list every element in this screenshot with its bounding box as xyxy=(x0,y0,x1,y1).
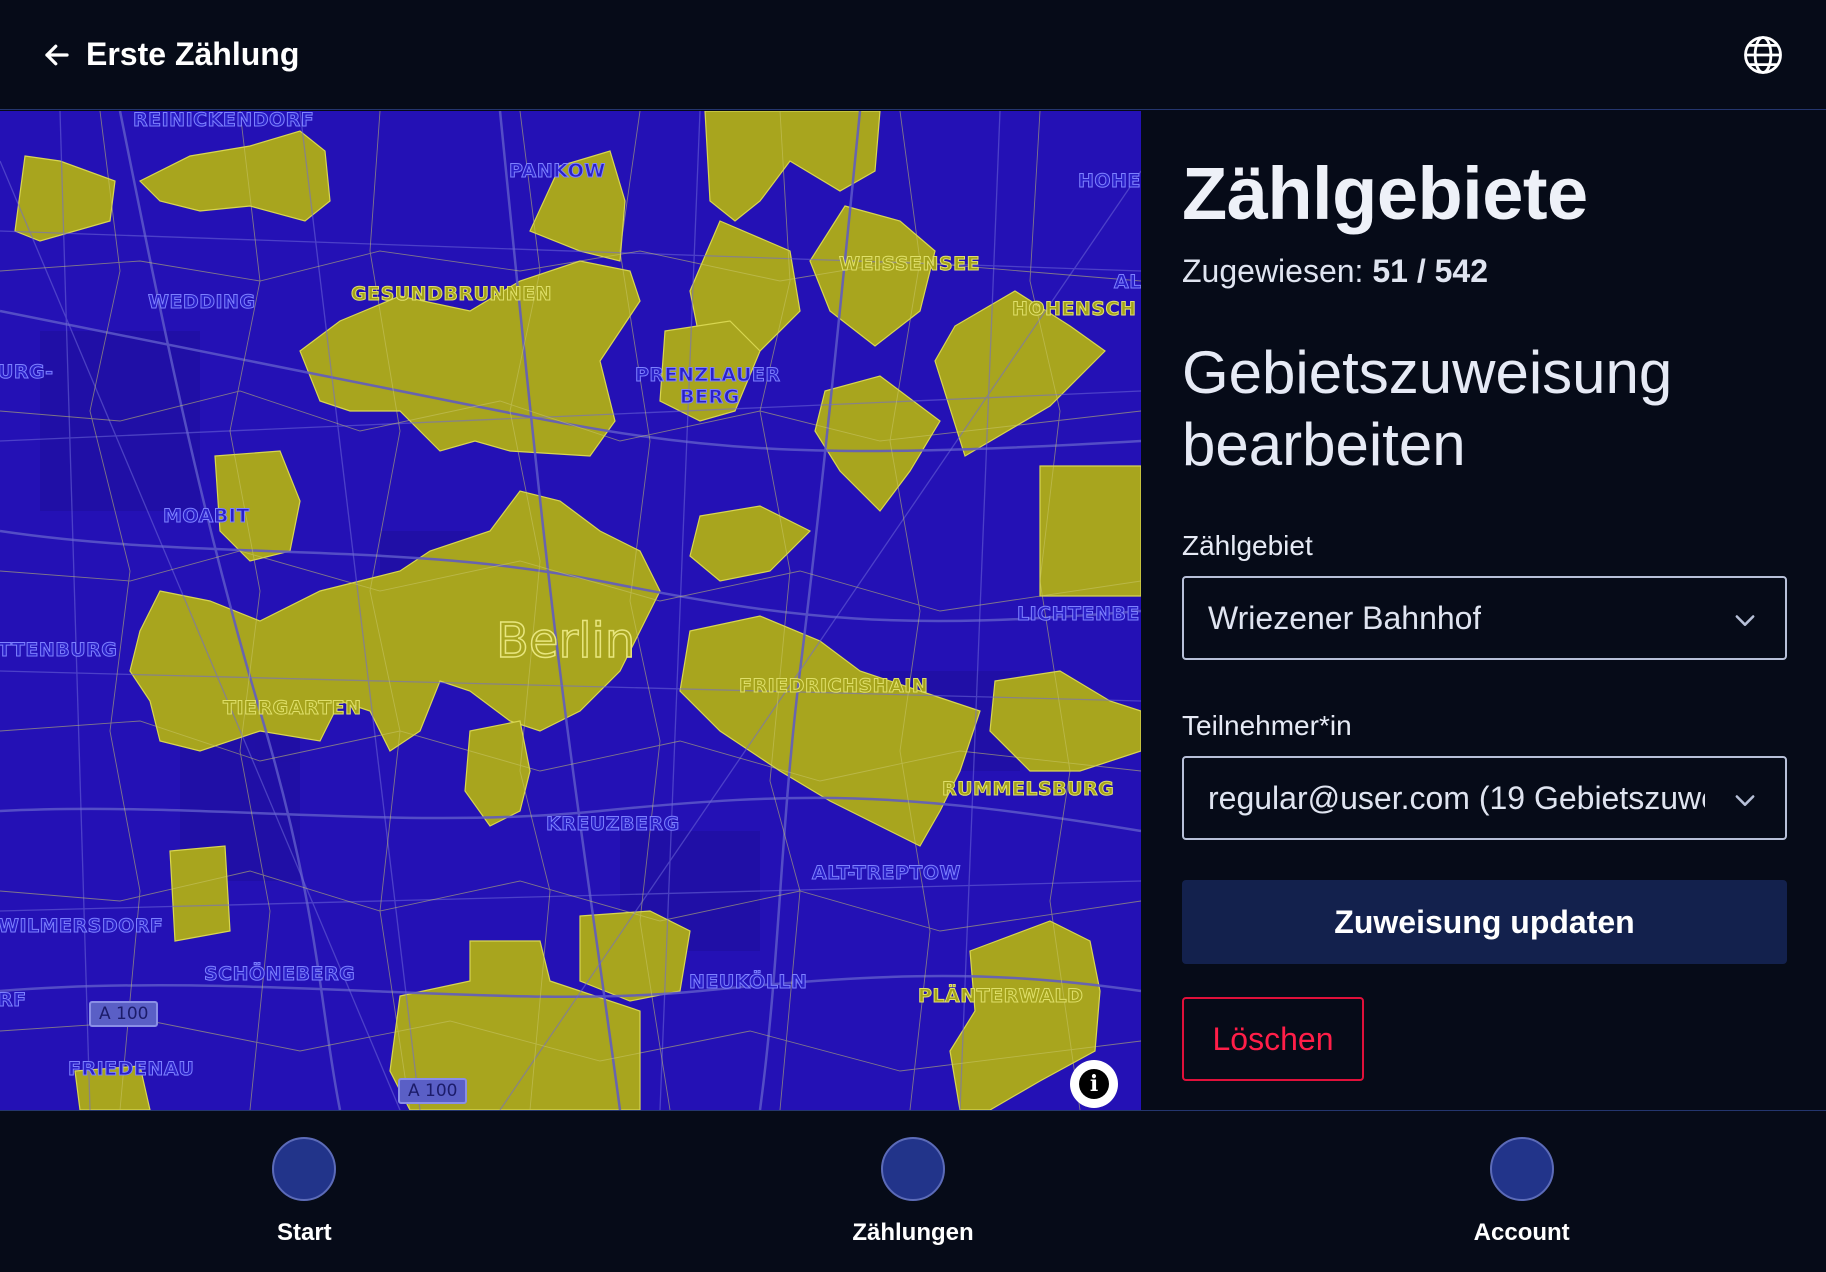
nav-item-start[interactable]: Start xyxy=(0,1111,609,1272)
nav-item-account[interactable]: Account xyxy=(1217,1111,1826,1272)
map-label-reinickendorf: REINICKENDORF xyxy=(132,111,315,132)
map-label-wilmersdorf: WILMERSDORF xyxy=(0,915,164,938)
nav-label: Start xyxy=(276,1219,332,1246)
account-icon xyxy=(1489,1137,1554,1201)
map-label-urg: URG- xyxy=(0,361,54,384)
map-label-plaenterwald: PLÄNTERWALD xyxy=(917,985,1084,1008)
assigned-value: 51 / 542 xyxy=(1372,253,1488,289)
map-label-pankow: PANKOW xyxy=(509,160,606,183)
top-bar: Erste Zählung xyxy=(0,0,1826,110)
participant-select-value: regular@user.com (19 Gebietszuweisungen) xyxy=(1208,779,1705,816)
map-label-moabit: MOABIT xyxy=(163,505,250,528)
delete-button[interactable]: Löschen xyxy=(1182,997,1364,1081)
map-label-wedding: WEDDING xyxy=(148,291,256,314)
globe-icon[interactable] xyxy=(1742,34,1784,76)
map-info-button[interactable]: i xyxy=(1070,1060,1118,1108)
chevron-down-icon xyxy=(1735,795,1755,806)
map-label-gesundbrunnen: GESUNDBRUNNEN xyxy=(350,283,553,306)
map-label-berg: BERG xyxy=(680,386,740,409)
map-label-schoeneberg: SCHÖNEBERG xyxy=(203,963,356,986)
map-label-lichtenbe: LICHTENBE xyxy=(1017,603,1140,626)
back-button[interactable]: Erste Zählung xyxy=(42,36,299,73)
map-label-friedenau: FRIEDENAU xyxy=(67,1058,195,1081)
panel-title: Zählgebiete xyxy=(1182,152,1588,235)
map-label-alt-treptow: ALT-TREPTOW xyxy=(812,862,962,885)
map-label-tiergarten: TIERGARTEN xyxy=(223,697,362,720)
map-label-friedrichshain: FRIEDRICHSHAIN xyxy=(738,675,929,698)
nav-label: Zählungen xyxy=(852,1219,974,1246)
map-label-weissensee: WEISSENSEE xyxy=(838,253,981,276)
map-label-kreuzberg: KREUZBERG xyxy=(546,813,680,836)
map-label-hohensch: HOHENSCH xyxy=(1011,298,1137,321)
info-icon: i xyxy=(1079,1069,1109,1099)
area-select[interactable]: Wriezener Bahnhof xyxy=(1182,576,1787,660)
highway-shield: A 100 xyxy=(89,1001,159,1027)
chevron-down-icon xyxy=(1735,615,1755,626)
map-label-rummelsburg: RUMMELSBURG xyxy=(941,778,1115,801)
arrow-left-icon xyxy=(45,44,69,65)
assigned-count: Zugewiesen: 51 / 542 xyxy=(1182,253,1488,290)
participant-field-label: Teilnehmer*in xyxy=(1182,710,1352,741)
page-title: Erste Zählung xyxy=(86,36,300,72)
map-label-hohe: HOHE xyxy=(1078,170,1141,193)
participant-select[interactable]: regular@user.com (19 Gebietszuweisungen) xyxy=(1182,756,1787,840)
map-label-rf: RF xyxy=(0,989,27,1012)
start-icon xyxy=(272,1137,337,1201)
counts-icon xyxy=(881,1137,945,1201)
form-title: Gebietszuweisung bearbeiten xyxy=(1182,339,1673,478)
map-label-al: AL xyxy=(1114,271,1141,294)
bottom-nav: Start Zählungen Account xyxy=(0,1110,1826,1272)
update-assignment-button[interactable]: Zuweisung updaten xyxy=(1182,880,1787,964)
area-select-value: Wriezener Bahnhof xyxy=(1208,599,1482,636)
side-panel: Zählgebiete Zugewiesen: 51 / 542 Gebiets… xyxy=(1141,111,1826,1110)
map-label-ttenburg: TTENBURG xyxy=(0,639,118,662)
area-field-label: Zählgebiet xyxy=(1182,530,1313,561)
map-label-berlin: Berlin xyxy=(495,612,636,670)
nav-label: Account xyxy=(1473,1219,1570,1246)
nav-item-zaehlungen[interactable]: Zählungen xyxy=(609,1111,1218,1272)
assigned-label: Zugewiesen: xyxy=(1182,253,1364,289)
map-label-prenzlauer: PRENZLAUER xyxy=(634,364,781,387)
highway-shield: A 100 xyxy=(398,1078,468,1104)
area-map[interactable]: REINICKENDORF PANKOW HOHE WEISSENSEE HOH… xyxy=(0,111,1141,1110)
map-label-neukoelln: NEUKÖLLN xyxy=(688,971,808,994)
